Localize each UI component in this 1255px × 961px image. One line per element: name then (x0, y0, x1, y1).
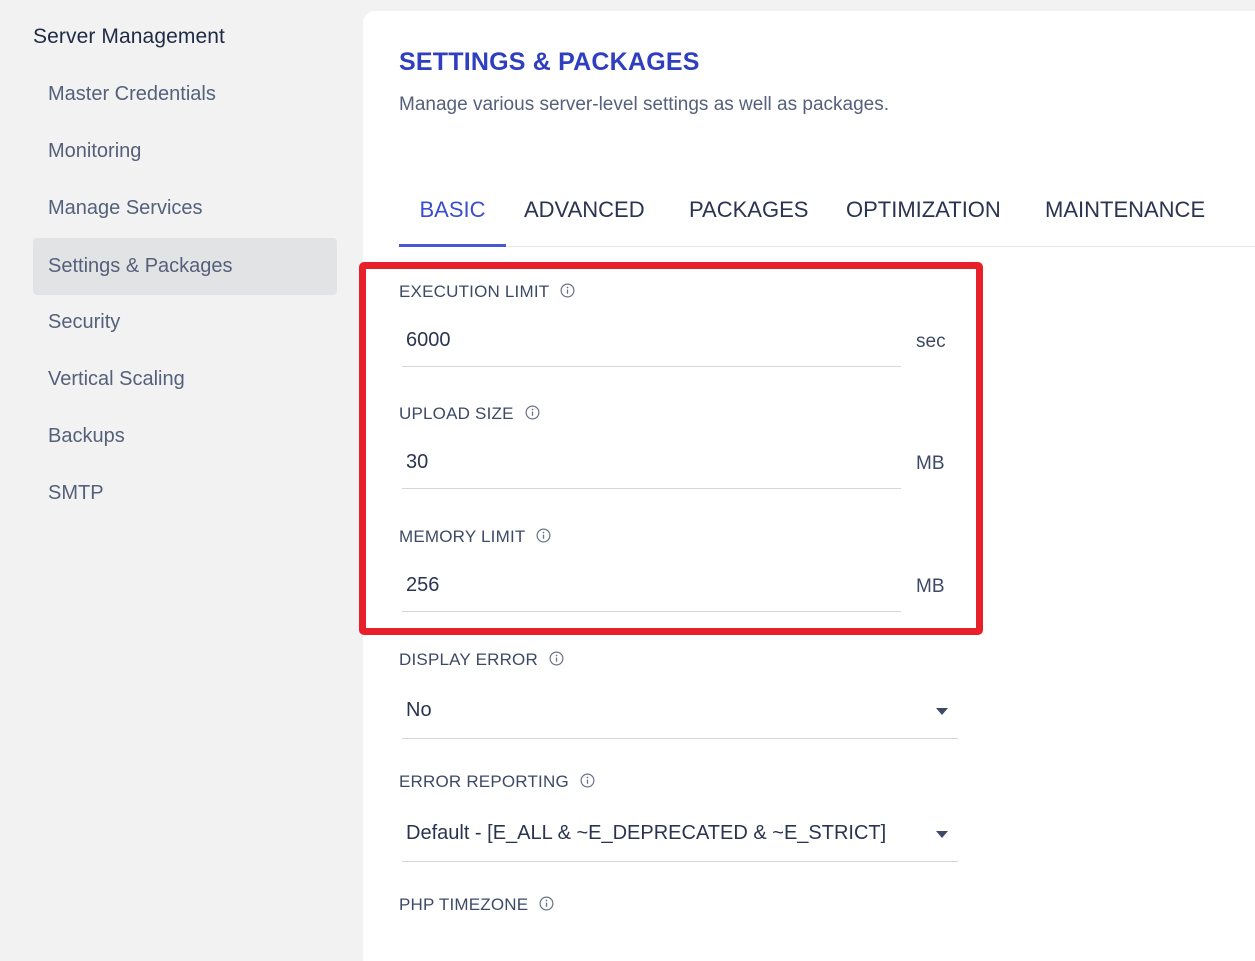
tab-packages[interactable]: PACKAGES (689, 181, 808, 244)
page-title: SETTINGS & PACKAGES (399, 48, 700, 76)
sidebar-title: Server Management (33, 25, 225, 48)
sidebar-item-label: Backups (48, 425, 125, 447)
php-timezone-label-text: PHP TIMEZONE (399, 895, 529, 914)
info-circle-icon[interactable] (539, 896, 554, 911)
execution-limit-label: EXECUTION LIMIT (399, 282, 575, 302)
sidebar-item-label: Monitoring (48, 140, 142, 162)
display-error-label: DISPLAY ERROR (399, 650, 564, 670)
chevron-down-icon[interactable] (936, 708, 948, 715)
info-circle-icon[interactable] (536, 528, 551, 543)
sidebar-item-security[interactable]: Security (33, 294, 337, 351)
error-reporting-value: Default - [E_ALL & ~E_DEPRECATED & ~E_ST… (406, 822, 887, 844)
sidebar-item-master-credentials[interactable]: Master Credentials (33, 66, 337, 123)
sidebar-item-manage-services[interactable]: Manage Services (33, 180, 337, 237)
error-reporting-label-text: ERROR REPORTING (399, 772, 569, 791)
sidebar-item-label: Master Credentials (48, 83, 216, 105)
tab-label: MAINTENANCE (1045, 197, 1206, 222)
sidebar-item-monitoring[interactable]: Monitoring (33, 123, 337, 180)
tab-bar: BASIC ADVANCED PACKAGES OPTIMIZATION MAI… (399, 181, 1255, 247)
display-error-label-text: DISPLAY ERROR (399, 650, 538, 669)
sidebar-item-label: Settings & Packages (48, 255, 233, 277)
tab-maintenance[interactable]: MAINTENANCE (1045, 181, 1205, 244)
memory-limit-unit: MB (916, 576, 945, 597)
display-error-select[interactable]: No (402, 687, 958, 739)
error-reporting-label: ERROR REPORTING (399, 772, 595, 792)
sidebar-item-settings-packages[interactable]: Settings & Packages (33, 238, 337, 295)
execution-limit-unit: sec (916, 331, 946, 352)
info-circle-icon[interactable] (560, 283, 575, 298)
memory-limit-input[interactable] (402, 560, 901, 612)
main-panel: SETTINGS & PACKAGES Manage various serve… (363, 11, 1255, 961)
info-circle-icon[interactable] (525, 405, 540, 420)
upload-size-label-text: UPLOAD SIZE (399, 404, 514, 423)
tab-label: OPTIMIZATION (846, 197, 1001, 222)
sidebar-item-vertical-scaling[interactable]: Vertical Scaling (33, 351, 337, 408)
upload-size-unit: MB (916, 453, 945, 474)
sidebar-item-backups[interactable]: Backups (33, 408, 337, 465)
page-subtitle: Manage various server-level settings as … (399, 94, 890, 115)
tab-label: BASIC (419, 197, 486, 222)
tab-label: ADVANCED (524, 197, 645, 222)
sidebar-item-label: SMTP (48, 482, 104, 504)
sidebar-item-smtp[interactable]: SMTP (33, 465, 337, 522)
tab-advanced[interactable]: ADVANCED (524, 181, 645, 244)
execution-limit-input[interactable] (402, 315, 901, 367)
chevron-down-icon[interactable] (936, 831, 948, 838)
execution-limit-label-text: EXECUTION LIMIT (399, 282, 550, 301)
php-timezone-label: PHP TIMEZONE (399, 895, 554, 915)
memory-limit-label-text: MEMORY LIMIT (399, 527, 526, 546)
sidebar-item-label: Vertical Scaling (48, 368, 185, 390)
tab-label: PACKAGES (689, 197, 809, 222)
info-circle-icon[interactable] (549, 651, 564, 666)
sidebar-item-label: Security (48, 311, 121, 333)
upload-size-input[interactable] (402, 437, 901, 489)
tab-basic[interactable]: BASIC (399, 181, 506, 247)
memory-limit-label: MEMORY LIMIT (399, 527, 551, 547)
upload-size-label: UPLOAD SIZE (399, 404, 540, 424)
info-circle-icon[interactable] (580, 773, 595, 788)
error-reporting-select[interactable]: Default - [E_ALL & ~E_DEPRECATED & ~E_ST… (402, 810, 958, 862)
sidebar: Server Management Master Credentials Mon… (0, 0, 362, 947)
display-error-value: No (406, 699, 432, 721)
tab-optimization[interactable]: OPTIMIZATION (846, 181, 1001, 244)
sidebar-item-label: Manage Services (48, 197, 203, 219)
